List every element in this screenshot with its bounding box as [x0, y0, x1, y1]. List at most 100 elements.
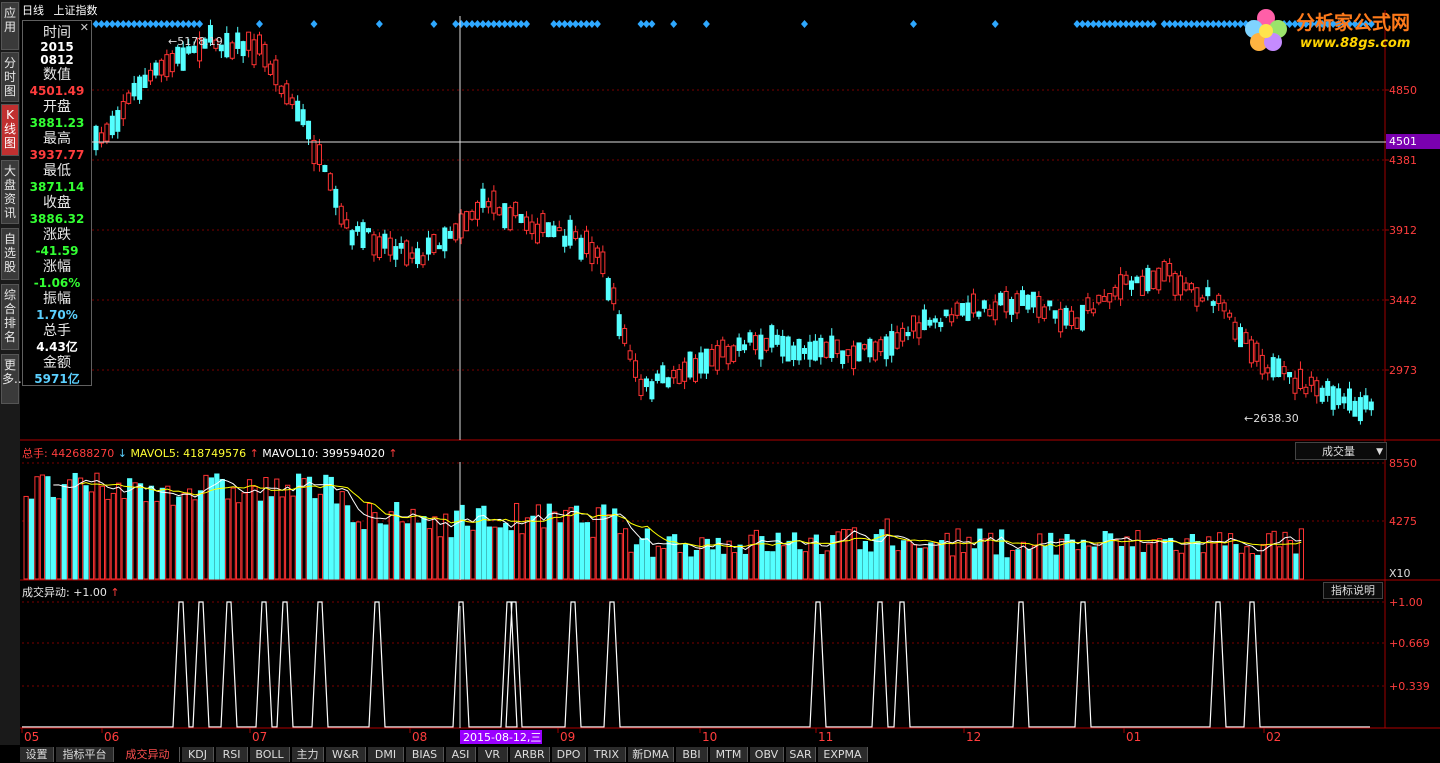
tab-13[interactable]: DPO [552, 747, 586, 762]
tab-18[interactable]: OBV [750, 747, 784, 762]
tab-19[interactable]: SAR [786, 747, 816, 762]
candle-body [137, 76, 143, 100]
candle-body [562, 235, 568, 247]
tab-17[interactable]: MTM [710, 747, 748, 762]
candle-body [327, 173, 333, 191]
volume-bar [911, 544, 918, 580]
volume-bar [742, 553, 749, 580]
candle-body [300, 109, 306, 126]
candle-body [1248, 339, 1254, 364]
tab-4[interactable]: RSI [216, 747, 248, 762]
candle-body [475, 201, 480, 220]
volume-bar [573, 505, 580, 580]
candle-body [1303, 386, 1309, 395]
candle-body [932, 318, 938, 323]
volume-bar [503, 522, 509, 580]
price-tick-label: 4381 [1389, 154, 1417, 167]
volume-bar [1146, 543, 1152, 580]
volume-bar [437, 536, 443, 580]
candle-body [1199, 297, 1205, 302]
candle-body [289, 97, 295, 106]
volume-bar [432, 516, 438, 580]
candle-body [338, 205, 344, 225]
candle-body [584, 230, 589, 255]
tab-16[interactable]: BBI [676, 747, 708, 762]
candle-body [485, 201, 491, 208]
candle-body [785, 336, 791, 362]
candle-body [578, 237, 584, 260]
tab-14[interactable]: TRIX [588, 747, 626, 762]
volume-bar [1233, 544, 1239, 580]
candle-body [671, 369, 677, 379]
volume-bar [208, 477, 215, 580]
candle-body [643, 378, 649, 388]
volume-bar [110, 492, 116, 580]
arrow-up-icon: ↑ [246, 447, 263, 460]
candle-body [169, 52, 175, 73]
volume-bar [23, 495, 29, 580]
volume-bar [1048, 532, 1054, 580]
volume-bar [257, 500, 264, 580]
candle-body [829, 335, 835, 359]
volume-bar [72, 472, 78, 580]
candle-body [1172, 272, 1178, 296]
candle-body [1243, 332, 1249, 344]
tab-7[interactable]: W&R [326, 747, 366, 762]
candle-body [1368, 401, 1374, 411]
close-icon[interactable]: ✕ [80, 21, 89, 34]
volume-bar [655, 545, 661, 580]
indicator-help-button[interactable]: 指标说明 [1323, 582, 1383, 599]
mavol10-label: MAVOL10: [262, 447, 319, 460]
volume-bar [819, 554, 825, 580]
tab-10[interactable]: ASI [446, 747, 476, 762]
candle-body [916, 322, 922, 339]
volume-bar [710, 549, 716, 580]
volume-bar [1031, 545, 1037, 580]
volume-bar [900, 540, 907, 580]
tab-8[interactable]: DMI [368, 747, 404, 762]
tab-9[interactable]: BIAS [406, 747, 444, 762]
volume-bar [176, 496, 182, 580]
candle-body [115, 110, 121, 132]
volume-bar [1102, 531, 1108, 580]
volume-bar [786, 540, 792, 580]
candle-body [513, 201, 519, 217]
candle-body [567, 219, 573, 246]
volume-bar [1015, 549, 1021, 580]
tab-12[interactable]: ARBR [510, 747, 550, 762]
tab-5[interactable]: BOLL [250, 747, 290, 762]
candle-body [807, 341, 813, 360]
tab-1[interactable]: 指标平台 [56, 747, 114, 762]
candle-body [1123, 274, 1129, 285]
tab-3[interactable]: KDJ [182, 747, 214, 762]
tab-11[interactable]: VR [478, 747, 508, 762]
volume-bar [1124, 536, 1130, 580]
kline-chart-area[interactable]: ←5178.19 ←2638.30 4850 4381 3912 3442 2973 450… [0, 0, 1440, 763]
candle-body [1178, 275, 1184, 296]
tab-2[interactable]: 成交异动 [116, 747, 180, 762]
volume-bar [595, 507, 601, 580]
chart-title-bar: 日线 上证指数 [22, 2, 98, 18]
volume-bar [1113, 539, 1119, 580]
tab-0[interactable]: 设置 [20, 747, 54, 762]
tab-6[interactable]: 主力 [292, 747, 324, 762]
candle-body [496, 207, 502, 216]
volume-bar [862, 540, 868, 580]
tab-20[interactable]: EXPMA [818, 747, 868, 762]
volume-bar [541, 527, 547, 580]
period-label[interactable]: 日线 [22, 4, 44, 17]
tab-15[interactable]: 新DMA [628, 747, 674, 762]
candle-body [769, 325, 775, 348]
arrow-up-icon: ↑ [384, 447, 398, 460]
info-value-amplitude: 1.70% [36, 308, 78, 322]
candle-body [927, 319, 933, 326]
volume-bar [361, 529, 367, 580]
candle-body [1161, 261, 1167, 282]
volume-indicator-select[interactable]: 成交量 ▼ [1295, 442, 1387, 460]
volume-bar [230, 487, 236, 580]
indicator-label: 成交异动: [22, 586, 70, 599]
volume-bar [884, 518, 890, 580]
volume-bar [394, 502, 400, 580]
volume-bar [246, 479, 253, 580]
volume-bar [623, 528, 629, 580]
